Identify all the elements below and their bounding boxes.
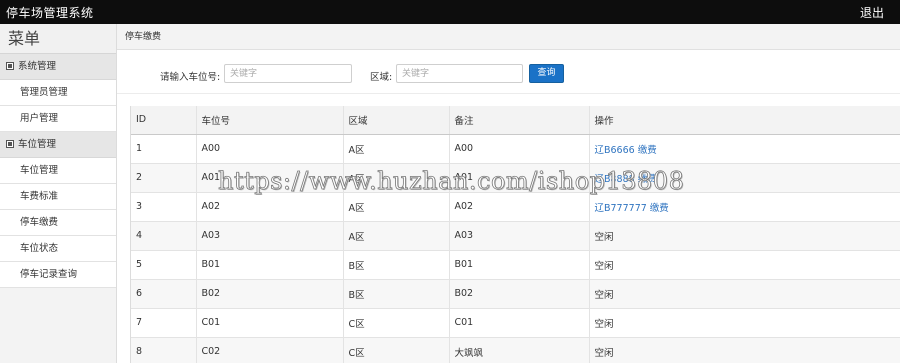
area-label: 区域:: [370, 72, 393, 83]
cell-space-number: C01: [195, 308, 343, 338]
sidebar: 菜单 系统管理 管理员管理 用户管理 车位管理 车位管理 车费标准 停车缴费 车…: [0, 24, 117, 363]
cell-id: 7: [131, 308, 196, 338]
cell-id: 1: [131, 134, 196, 164]
space-number-label: 请输入车位号:: [160, 72, 221, 83]
cell-operation: 辽B8888 缴费: [588, 163, 900, 193]
cell-space-number: B02: [195, 279, 343, 309]
sidebar-item-parking-records[interactable]: 停车记录查询: [0, 262, 116, 288]
table-row: 1 A00 A区 A00 辽B6666 缴费: [131, 134, 900, 164]
table-row: 5 B01 B区 B01 空闲: [131, 250, 900, 280]
cell-area: A区: [342, 163, 449, 193]
cell-note: A03: [448, 221, 589, 251]
cell-area: C区: [342, 337, 449, 363]
table-row: 7 C01 C区 C01 空闲: [131, 308, 900, 338]
cell-id: 3: [131, 192, 196, 222]
cell-area: B区: [342, 250, 449, 280]
cell-note: B02: [448, 279, 589, 309]
cell-note: A02: [448, 192, 589, 222]
sidebar-item-user-management[interactable]: 用户管理: [0, 106, 116, 132]
space-number-input[interactable]: [224, 64, 352, 83]
main-content: 停车缴费 请输入车位号: 区域: 查询 ID 车位号 区域 备注 操作 1 A0…: [117, 24, 900, 363]
column-header-id[interactable]: ID: [131, 106, 196, 135]
sidebar-item-space-management[interactable]: 车位管理: [0, 158, 116, 184]
sidebar-group-label: 车位管理: [18, 139, 57, 150]
top-bar: 停车场管理系统 退出: [0, 0, 900, 24]
cell-space-number: A01: [195, 163, 343, 193]
cell-id: 8: [131, 337, 196, 363]
cell-id: 6: [131, 279, 196, 309]
column-header-space-number[interactable]: 车位号: [195, 106, 343, 135]
search-bar: 请输入车位号: 区域: 查询: [117, 50, 900, 94]
column-header-operation: 操作: [588, 106, 900, 135]
cell-operation: 空闲: [588, 279, 900, 309]
cell-note: 大飒飒: [448, 337, 589, 363]
cell-operation: 辽B6666 缴费: [588, 134, 900, 164]
cell-operation: 空闲: [588, 308, 900, 338]
menu-title: 菜单: [0, 24, 116, 54]
cell-space-number: C02: [195, 337, 343, 363]
sidebar-item-admin-management[interactable]: 管理员管理: [0, 80, 116, 106]
pay-link[interactable]: 辽B777777 缴费: [595, 203, 669, 214]
pay-link[interactable]: 辽B8888 缴费: [595, 174, 657, 185]
sidebar-group-parking[interactable]: 车位管理: [0, 132, 116, 158]
logout-button[interactable]: 退出: [860, 4, 884, 21]
folder-icon: [6, 61, 14, 70]
sidebar-item-parking-payment[interactable]: 停车缴费: [0, 210, 116, 236]
table-header-row: ID 车位号 区域 备注 操作: [131, 106, 900, 135]
cell-area: A区: [342, 134, 449, 164]
sidebar-item-fee-standard[interactable]: 车费标准: [0, 184, 116, 210]
column-header-note[interactable]: 备注: [448, 106, 589, 135]
cell-operation: 辽B777777 缴费: [588, 192, 900, 222]
app-title: 停车场管理系统: [6, 6, 94, 20]
sidebar-item-space-status[interactable]: 车位状态: [0, 236, 116, 262]
cell-operation: 空闲: [588, 337, 900, 363]
cell-note: B01: [448, 250, 589, 280]
cell-area: C区: [342, 308, 449, 338]
cell-space-number: B01: [195, 250, 343, 280]
cell-space-number: A02: [195, 192, 343, 222]
table-row: 6 B02 B区 B02 空闲: [131, 279, 900, 309]
cell-area: B区: [342, 279, 449, 309]
cell-space-number: A00: [195, 134, 343, 164]
table-row: 4 A03 A区 A03 空闲: [131, 221, 900, 251]
cell-note: A00: [448, 134, 589, 164]
table-row: 3 A02 A区 A02 辽B777777 缴费: [131, 192, 900, 222]
cell-area: A区: [342, 192, 449, 222]
query-button[interactable]: 查询: [529, 64, 564, 83]
cell-space-number: A03: [195, 221, 343, 251]
table-row: 8 C02 C区 大飒飒 空闲: [131, 337, 900, 363]
table-row: 2 A01 A区 A01 辽B8888 缴费: [131, 163, 900, 193]
cell-id: 5: [131, 250, 196, 280]
sidebar-group-label: 系统管理: [18, 61, 57, 72]
sidebar-group-system[interactable]: 系统管理: [0, 54, 116, 80]
cell-area: A区: [342, 221, 449, 251]
cell-operation: 空闲: [588, 221, 900, 251]
folder-icon: [6, 139, 14, 148]
cell-note: A01: [448, 163, 589, 193]
pay-link[interactable]: 辽B6666 缴费: [595, 145, 657, 156]
cell-id: 4: [131, 221, 196, 251]
cell-note: C01: [448, 308, 589, 338]
cell-operation: 空闲: [588, 250, 900, 280]
column-header-area[interactable]: 区域: [342, 106, 449, 135]
breadcrumb: 停车缴费: [117, 24, 900, 50]
parking-table: ID 车位号 区域 备注 操作 1 A00 A区 A00 辽B6666 缴费 2: [130, 106, 900, 363]
area-input[interactable]: [396, 64, 523, 83]
cell-id: 2: [131, 163, 196, 193]
